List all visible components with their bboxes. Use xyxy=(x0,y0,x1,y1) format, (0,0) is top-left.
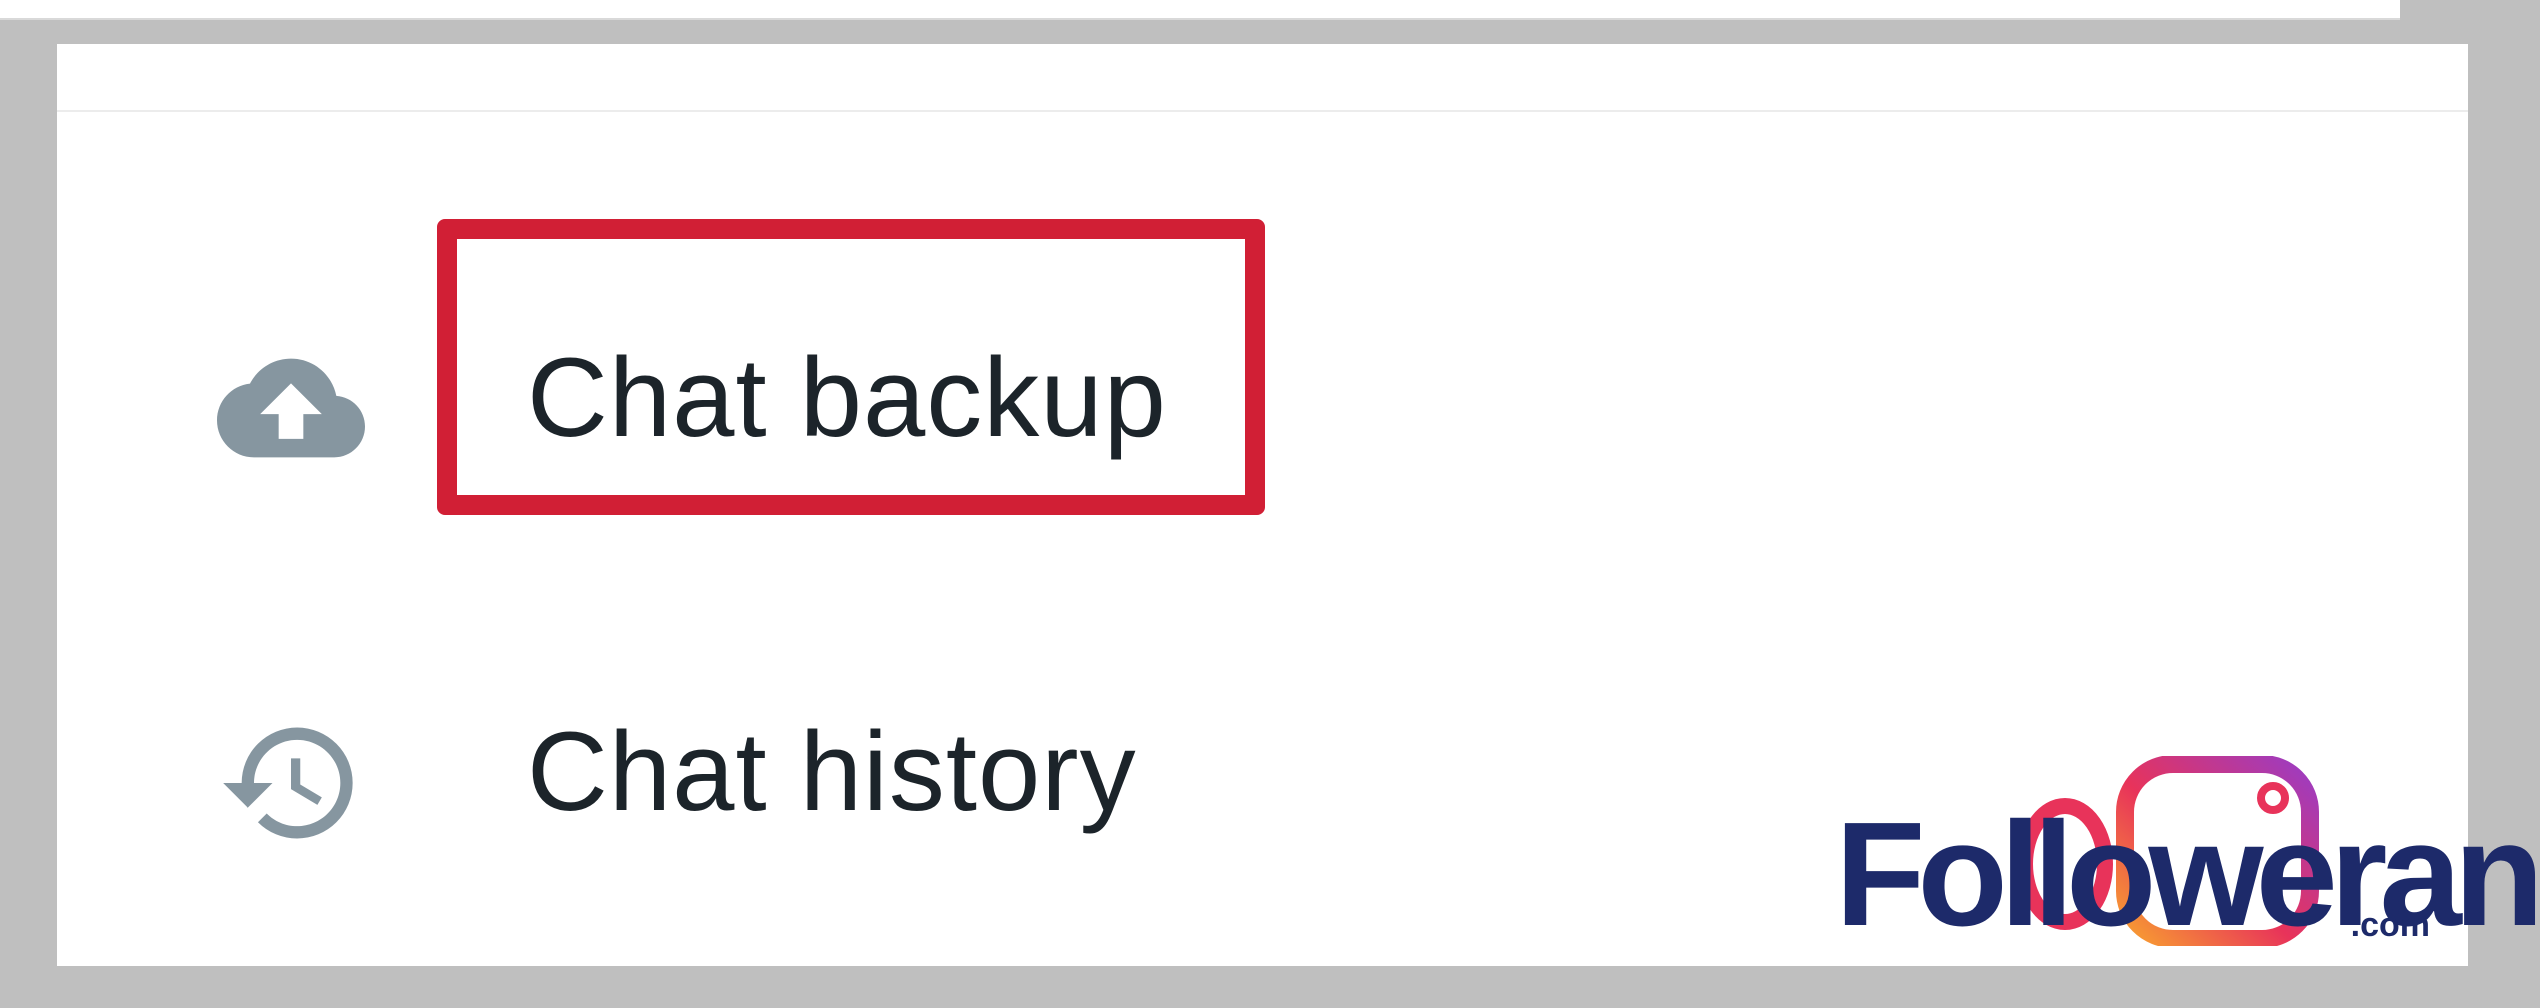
settings-panel: Chat backup Chat history Followeran .com xyxy=(57,44,2540,966)
watermark-tld: .com xyxy=(2350,906,2430,944)
screenshot-frame: Chat backup Chat history Followeran .com xyxy=(0,0,2540,1008)
watermark-brand: Followeran xyxy=(1835,792,2540,957)
settings-item-label: Chat backup xyxy=(527,335,1167,460)
settings-item-label: Chat history xyxy=(527,709,1137,834)
history-icon xyxy=(223,727,353,839)
cloud-upload-icon xyxy=(217,358,365,458)
divider xyxy=(57,110,2468,112)
previous-screen-edge xyxy=(0,0,2400,20)
watermark-logo: Followeran .com xyxy=(1835,756,2540,956)
settings-item-chat-backup[interactable]: Chat backup xyxy=(57,214,2468,458)
